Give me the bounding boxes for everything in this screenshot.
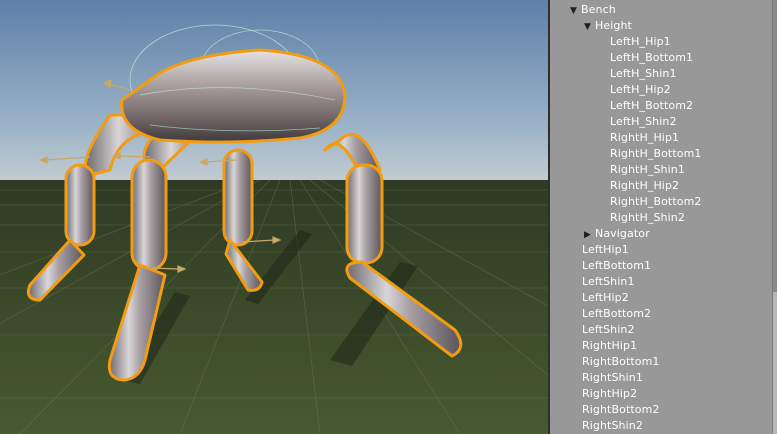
hierarchy-item[interactable]: RightHip2 [582, 386, 637, 402]
scene-canvas[interactable] [0, 0, 548, 434]
hierarchy-item[interactable]: RightBottom1 [582, 354, 660, 370]
hierarchy-item-bench[interactable]: ▼ Bench [570, 2, 616, 18]
hierarchy-item[interactable]: RightH_Hip1 [610, 130, 679, 146]
hierarchy-scrollbar[interactable] [772, 0, 777, 434]
hierarchy-item-label: RightH_Hip2 [610, 179, 680, 192]
hierarchy-item-label: LeftH_Shin1 [610, 67, 677, 80]
hierarchy-item-label: RightHip1 [582, 339, 638, 352]
hierarchy-item-label: LeftHip2 [582, 291, 629, 304]
hierarchy-item[interactable]: RightH_Bottom1 [610, 146, 701, 162]
hierarchy-item-label: RightShin1 [582, 371, 643, 384]
hierarchy-item[interactable]: LeftH_Bottom1 [610, 50, 693, 66]
hierarchy-item-height[interactable]: ▼ Height [584, 18, 632, 34]
hierarchy-item-label: Bench [581, 3, 616, 16]
expanded-triangle-icon[interactable]: ▼ [584, 19, 595, 35]
hierarchy-item[interactable]: RightShin2 [582, 418, 643, 434]
hierarchy-item[interactable]: RightH_Hip2 [610, 178, 679, 194]
hierarchy-item-label: RightHip2 [582, 387, 638, 400]
hierarchy-item[interactable]: LeftShin2 [582, 322, 635, 338]
hierarchy-item[interactable]: RightHip1 [582, 338, 637, 354]
hierarchy-item-label: RightBottom2 [582, 403, 660, 416]
hierarchy-item[interactable]: RightH_Shin1 [610, 162, 685, 178]
hierarchy-item[interactable]: LeftHip1 [582, 242, 629, 258]
scrollbar-thumb[interactable] [773, 0, 777, 292]
hierarchy-item-label: RightH_Shin2 [610, 211, 685, 224]
hierarchy-item-label: RightShin2 [582, 419, 643, 432]
hierarchy-item[interactable]: RightBottom2 [582, 402, 660, 418]
hierarchy-item-label: LeftH_Hip2 [610, 83, 671, 96]
hierarchy-item-label: RightH_Bottom2 [610, 195, 702, 208]
hierarchy-item[interactable]: RightShin1 [582, 370, 643, 386]
hierarchy-item-label: LeftBottom2 [582, 307, 652, 320]
expanded-triangle-icon[interactable]: ▼ [570, 3, 581, 19]
hierarchy-item-label: LeftH_Hip1 [610, 35, 671, 48]
hierarchy-item-label: LeftH_Bottom1 [610, 51, 694, 64]
hierarchy-item[interactable]: LeftHip2 [582, 290, 629, 306]
hierarchy-item-label: LeftH_Shin2 [610, 115, 677, 128]
hierarchy-item-label: Navigator [595, 227, 650, 240]
hierarchy-item[interactable]: RightH_Bottom2 [610, 194, 701, 210]
hierarchy-item-navigator[interactable]: ▶ Navigator [584, 226, 650, 242]
hierarchy-item-label: LeftBottom1 [582, 259, 652, 272]
hierarchy-item[interactable]: LeftH_Hip2 [610, 82, 671, 98]
hierarchy-item-label: LeftH_Bottom2 [610, 99, 694, 112]
hierarchy-item[interactable]: LeftBottom2 [582, 306, 651, 322]
hierarchy-item-label: RightH_Bottom1 [610, 147, 702, 160]
hierarchy-item[interactable]: LeftH_Hip1 [610, 34, 671, 50]
hierarchy-item[interactable]: LeftH_Shin1 [610, 66, 677, 82]
hierarchy-item[interactable]: RightH_Shin2 [610, 210, 685, 226]
hierarchy-item-label: RightH_Shin1 [610, 163, 685, 176]
hierarchy-item-label: RightBottom1 [582, 355, 660, 368]
hierarchy-item-label: RightH_Hip1 [610, 131, 680, 144]
hierarchy-item-label: Height [595, 19, 632, 32]
hierarchy-item[interactable]: LeftBottom1 [582, 258, 651, 274]
scene-view[interactable] [0, 0, 548, 434]
hierarchy-item-label: LeftHip1 [582, 243, 629, 256]
hierarchy-item-label: LeftShin1 [582, 275, 635, 288]
hierarchy-panel[interactable]: ▼ Bench ▼ Height LeftH_Hip1 LeftH_Bottom1 … [550, 0, 777, 434]
hierarchy-item[interactable]: LeftH_Bottom2 [610, 98, 693, 114]
collapsed-triangle-icon[interactable]: ▶ [584, 227, 595, 243]
hierarchy-item-label: LeftShin2 [582, 323, 635, 336]
hierarchy-item[interactable]: LeftH_Shin2 [610, 114, 677, 130]
hierarchy-item[interactable]: LeftShin1 [582, 274, 635, 290]
